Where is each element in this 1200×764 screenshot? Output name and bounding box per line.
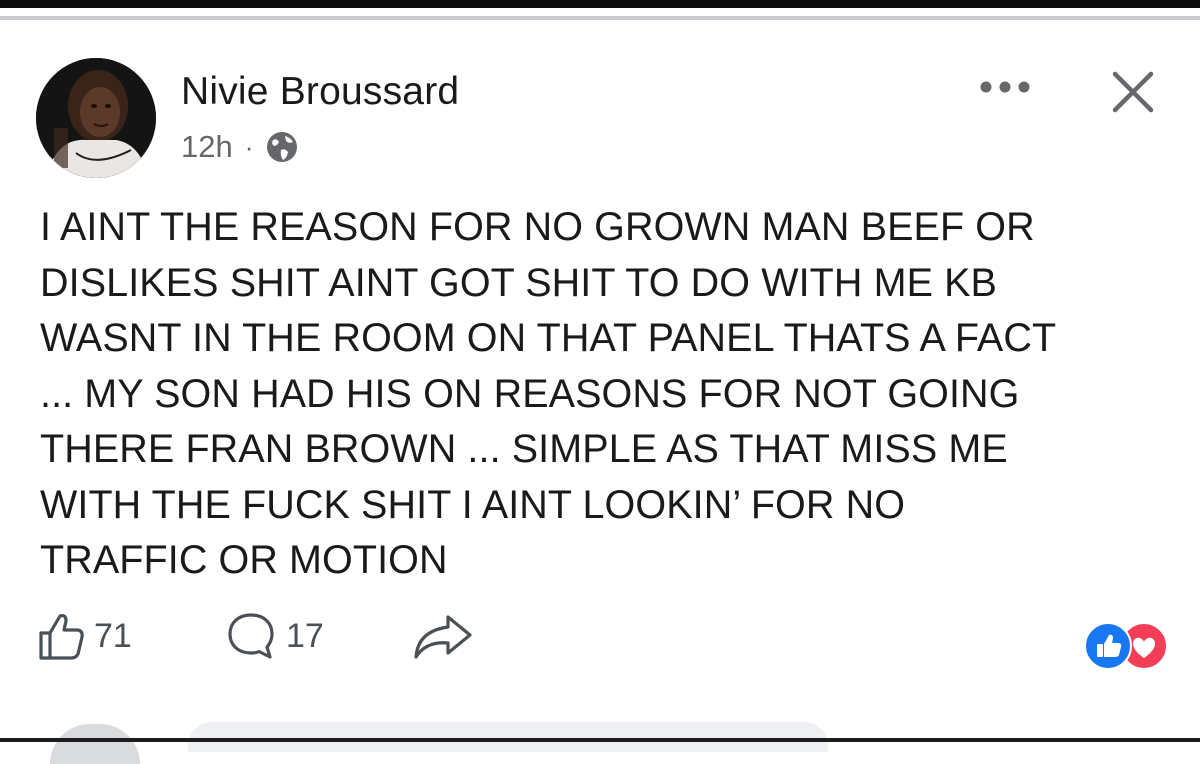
thumbs-up-icon [39,613,84,660]
close-button[interactable] [1105,64,1161,120]
like-button[interactable]: 71 [38,608,132,664]
commenter-avatar[interactable] [50,724,140,764]
like-count: 71 [94,616,132,655]
meta-separator: · [244,132,254,162]
avatar-photo [36,58,156,178]
comment-input[interactable] [188,722,828,752]
top-divider [0,16,1200,20]
reaction-summary[interactable] [1070,622,1170,670]
post-timestamp[interactable]: 12h [181,129,233,165]
bottom-edge-bar [0,738,1200,742]
comment-count: 17 [286,616,324,655]
share-arrow-icon [414,615,472,659]
like-reaction-icon [1084,622,1132,670]
author-avatar[interactable] [36,58,156,178]
globe-icon [265,130,299,164]
comment-button[interactable]: 17 [226,608,324,664]
more-options-button[interactable] [975,72,1035,102]
share-button[interactable] [412,608,474,664]
author-name[interactable]: Nivie Broussard [181,70,459,114]
top-edge-bar [0,0,1200,8]
comment-bubble-icon [228,613,274,659]
post-meta: 12h · [181,127,299,167]
post-text: I AINT THE REASON FOR NO GROWN MAN BEEF … [40,205,1057,582]
close-icon [1112,71,1154,113]
more-dots-icon [980,81,1030,93]
